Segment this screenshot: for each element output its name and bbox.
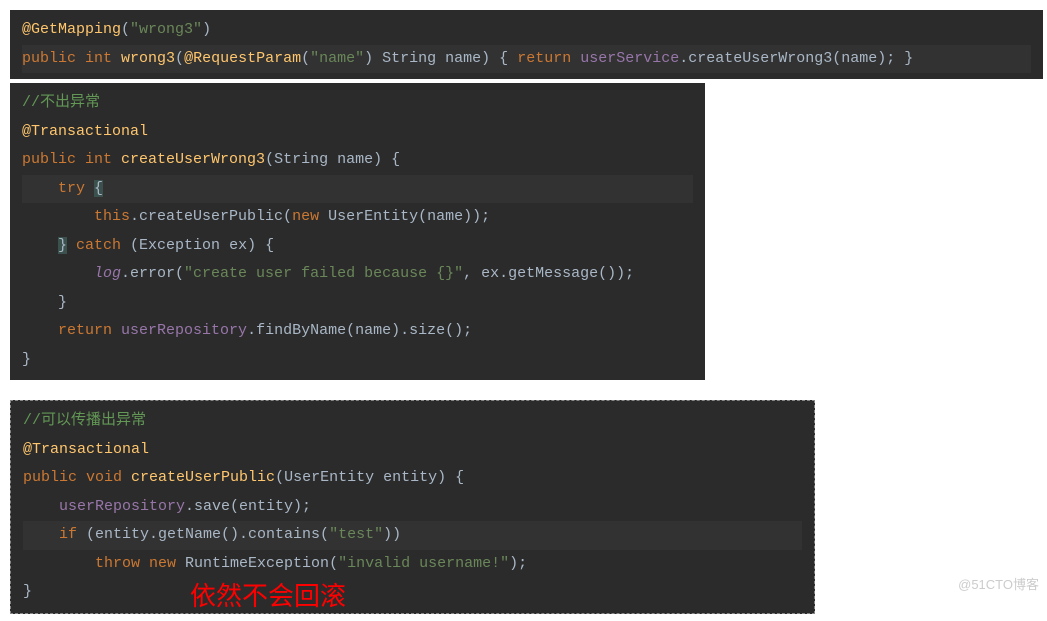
code-block-createuserpublic: //可以传播出异常 @Transactional public void cre… xyxy=(10,400,815,614)
annotation-transactional: @Transactional xyxy=(23,441,149,458)
code-line: public void createUserPublic(UserEntity … xyxy=(23,464,802,493)
method-call: .createUserPublic( xyxy=(130,208,292,225)
method-call: .createUserWrong3(name); } xyxy=(679,50,913,67)
annotation-transactional: @Transactional xyxy=(22,123,148,140)
field-repository: userRepository xyxy=(23,498,185,515)
code-block-controller: @GetMapping("wrong3") public int wrong3(… xyxy=(10,10,1043,79)
param: String name xyxy=(373,50,481,67)
comment: //不出异常 xyxy=(22,94,100,111)
brace-matched: } xyxy=(58,237,67,254)
paren: ) { xyxy=(481,50,517,67)
code-line-current: if (entity.getName().contains("test")) xyxy=(23,521,802,550)
comment: //可以传播出异常 xyxy=(23,412,146,429)
annotation-requestparam: @RequestParam xyxy=(184,50,301,67)
string-literal: "invalid username!" xyxy=(338,555,509,572)
keyword-this: this xyxy=(22,208,130,225)
keyword-if: if xyxy=(23,526,86,543)
code-line: //可以传播出异常 xyxy=(23,407,802,436)
catch-params: (Exception ex) { xyxy=(130,237,274,254)
method-def: createUserWrong3 xyxy=(121,151,265,168)
code-line: //不出异常 xyxy=(22,89,693,118)
condition-end: )) xyxy=(383,526,401,543)
keyword-return: return xyxy=(22,322,121,339)
params: (UserEntity entity) { xyxy=(275,469,464,486)
code-line: @Transactional xyxy=(22,118,693,147)
code-line: return userRepository.findByName(name).s… xyxy=(22,317,693,346)
paren: ( xyxy=(175,50,184,67)
keyword-try: try xyxy=(22,180,94,197)
code-line: @Transactional xyxy=(23,436,802,465)
keyword-public: public int xyxy=(22,50,121,67)
code-line: this.createUserPublic(new UserEntity(nam… xyxy=(22,203,693,232)
field-log: log xyxy=(22,265,121,282)
paren: ) xyxy=(202,21,211,38)
method-def: createUserPublic xyxy=(131,469,275,486)
keyword: public int xyxy=(22,151,121,168)
method-name: wrong3 xyxy=(121,50,175,67)
paren: ( xyxy=(121,21,130,38)
code-line: } xyxy=(22,346,693,375)
brace: } xyxy=(23,583,32,600)
type: UserEntity xyxy=(328,208,418,225)
code: , ex.getMessage()); xyxy=(463,265,634,282)
code-line: log.error("create user failed because {}… xyxy=(22,260,693,289)
code-line: public int createUserWrong3(String name)… xyxy=(22,146,693,175)
paren: ) xyxy=(364,50,373,67)
code-line-current: public int wrong3(@RequestParam("name") … xyxy=(22,45,1031,74)
method-call: .save(entity); xyxy=(185,498,311,515)
keyword-catch: catch xyxy=(67,237,130,254)
paren: ); xyxy=(509,555,527,572)
watermark: @51CTO博客 xyxy=(958,573,1039,598)
code-line: } catch (Exception ex) { xyxy=(22,232,693,261)
condition: (entity.getName().contains( xyxy=(86,526,329,543)
paren: ( xyxy=(329,555,338,572)
brace-matched: { xyxy=(94,180,103,197)
field-userservice: userService xyxy=(580,50,679,67)
code-line-current: try { xyxy=(22,175,693,204)
method-call: .findByName(name).size(); xyxy=(247,322,472,339)
keyword-throw: throw new xyxy=(23,555,185,572)
string-literal: "name" xyxy=(310,50,364,67)
brace: } xyxy=(22,294,67,311)
keyword: public void xyxy=(23,469,131,486)
string-literal: "create user failed because {}" xyxy=(184,265,463,282)
annotation-getmapping: @GetMapping xyxy=(22,21,121,38)
code-line: @GetMapping("wrong3") xyxy=(22,16,1031,45)
string-literal: "test" xyxy=(329,526,383,543)
string-literal: "wrong3" xyxy=(130,21,202,38)
annotation-text-rollback: 依然不会回滚 xyxy=(190,572,346,621)
params: (String name) { xyxy=(265,151,400,168)
code-line: } xyxy=(23,578,802,607)
code-line: throw new RuntimeException("invalid user… xyxy=(23,550,802,579)
code-block-createuserwrong3: //不出异常 @Transactional public int createU… xyxy=(10,83,705,380)
code: (name)); xyxy=(418,208,490,225)
keyword-return: return xyxy=(517,50,580,67)
paren: ( xyxy=(301,50,310,67)
code-line: userRepository.save(entity); xyxy=(23,493,802,522)
exception-type: RuntimeException xyxy=(185,555,329,572)
keyword-new: new xyxy=(292,208,328,225)
method-call: .error( xyxy=(121,265,184,282)
code-line: } xyxy=(22,289,693,318)
brace: } xyxy=(22,351,31,368)
brace xyxy=(22,237,58,254)
field-repository: userRepository xyxy=(121,322,247,339)
